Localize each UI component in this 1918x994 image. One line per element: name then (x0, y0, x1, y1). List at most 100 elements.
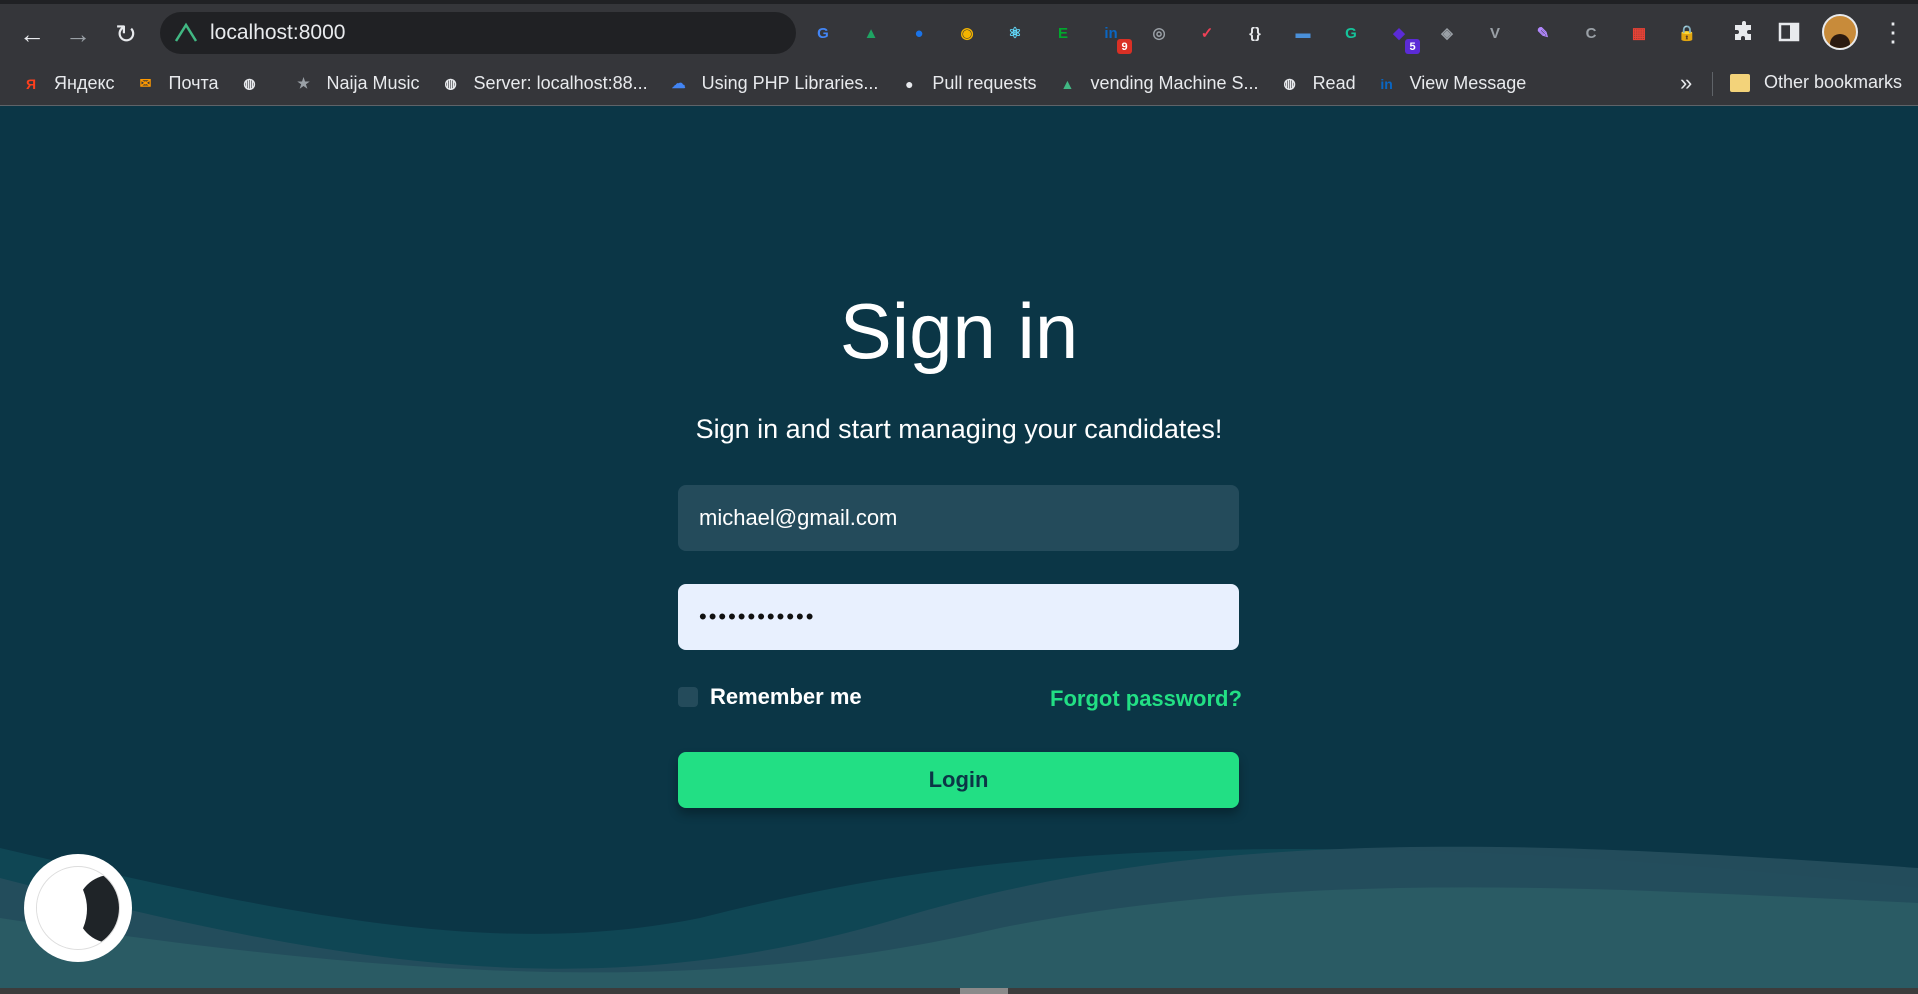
extension-glyph: ◉ (960, 25, 974, 42)
bookmark-item[interactable]: ◍ (239, 73, 273, 95)
extension-glyph: ✎ (1536, 25, 1550, 42)
color-grid-icon[interactable]: ▦ (1626, 20, 1652, 46)
checkbox-box[interactable] (678, 687, 698, 707)
theme-toggle-button[interactable] (24, 854, 132, 962)
feather-icon[interactable]: ✎ (1530, 20, 1556, 46)
naija-music-icon: ★ (297, 75, 310, 91)
json-viewer-icon[interactable]: {} (1242, 20, 1268, 46)
evernote-icon[interactable]: E (1050, 20, 1076, 46)
google-cloud-icon: ☁ (671, 75, 686, 91)
layers-icon[interactable]: ◈ (1434, 20, 1460, 46)
remember-me-label: Remember me (710, 684, 862, 709)
extension-glyph: ● (914, 24, 924, 42)
login-page: Sign in Sign in and start managing your … (0, 106, 1918, 988)
target-icon[interactable]: ◎ (1146, 20, 1172, 46)
globe-blue-icon[interactable]: ● (906, 20, 932, 46)
extension-badge: 9 (1117, 39, 1132, 54)
bookmark-item[interactable]: in View Message (1376, 73, 1526, 95)
bookmark-item[interactable]: ☁ Using PHP Libraries... (668, 73, 879, 95)
login-button[interactable]: Login (678, 752, 1239, 808)
linkedin-icon[interactable]: in 9 (1098, 20, 1132, 54)
url-input[interactable] (208, 20, 772, 46)
gem-icon[interactable]: ◆ 5 (1386, 20, 1420, 54)
pocket-icon[interactable]: ✓ (1194, 20, 1220, 46)
page-title: Sign in (839, 287, 1079, 375)
side-panel-icon[interactable] (1778, 21, 1800, 43)
grammarly-icon[interactable]: G (1338, 20, 1364, 46)
lock-icon[interactable]: 🔒 (1674, 20, 1700, 46)
bookmark-label: Naija Music (326, 73, 420, 93)
extension-glyph: ▬ (1295, 24, 1311, 42)
bookmark-item[interactable]: ▲ vending Machine S... (1056, 73, 1259, 95)
browser-menu-icon[interactable]: ⋮ (1880, 17, 1906, 48)
folder-icon (1730, 73, 1750, 92)
globe-icon: ◍ (444, 75, 457, 91)
bookmark-label: Server: localhost:88... (473, 73, 648, 93)
extension-glyph: ✓ (1200, 25, 1214, 42)
google-translate-icon[interactable]: G (810, 20, 836, 46)
globe-icon: ◍ (1283, 75, 1296, 91)
bookmark-label: vending Machine S... (1090, 73, 1259, 93)
forgot-password-link[interactable]: Forgot password? (1050, 686, 1242, 712)
globe-icon: ◍ (243, 75, 256, 91)
browser-toolbar: ← → ↻ G ▲ ● ◉ ⚛ Ein9 ◎ ✓ {} ▬ G ◆5 ◈ V ✎ C ▦ 🔒 ⋮ (0, 0, 1918, 62)
bookmark-item[interactable]: ✉ Почта (135, 73, 219, 95)
compass-icon[interactable]: ◉ (954, 20, 980, 46)
extension-glyph: ▲ (863, 24, 879, 42)
google-drive-icon[interactable]: ▲ (858, 20, 884, 46)
extension-glyph: ◆ (1393, 25, 1405, 42)
extension-glyph: in (1104, 24, 1118, 42)
bookmark-label: Pull requests (932, 73, 1037, 93)
extension-glyph: V (1489, 24, 1500, 42)
password-field[interactable] (678, 584, 1239, 650)
other-bookmarks-label: Other bookmarks (1764, 72, 1903, 92)
mail-icon: ✉ (139, 75, 152, 91)
react-devtools-icon[interactable]: ⚛ (1002, 20, 1028, 46)
browser-right-tools: ⋮ (1710, 14, 1906, 50)
other-bookmarks-folder[interactable]: Other bookmarks (1730, 72, 1902, 93)
bookmark-item[interactable]: ● Pull requests (898, 73, 1036, 95)
extension-glyph: ⚛ (1008, 25, 1022, 42)
linkedin-icon: in (1380, 75, 1393, 92)
extension-glyph: {} (1249, 24, 1261, 42)
bookmarks-divider (1712, 72, 1713, 96)
puzzle-icon[interactable] (1732, 20, 1756, 44)
vuetify-icon: ▲ (1060, 75, 1075, 92)
extension-badge: 5 (1405, 39, 1420, 54)
bookmark-list: Я Яндекс ✉ Почта ◍ ★ Naija Music ◍ Server: local… (0, 73, 1526, 95)
yandex-icon: Я (25, 75, 37, 92)
forward-button[interactable]: → (62, 18, 94, 50)
github-icon: ● (905, 75, 914, 92)
bookmark-item[interactable]: Я Яндекс (20, 73, 115, 95)
back-button[interactable]: ← (16, 18, 48, 50)
reload-button[interactable]: ↻ (110, 18, 142, 50)
profile-avatar[interactable] (1822, 14, 1858, 50)
vue-devtools-icon[interactable]: V (1482, 20, 1508, 46)
remember-me-checkbox[interactable]: Remember me (678, 684, 862, 710)
scrollbar-thumb[interactable] (960, 988, 1008, 994)
site-favicon-icon (174, 22, 198, 42)
bookmark-item[interactable]: ★ Naija Music (293, 73, 420, 95)
extension-glyph: G (817, 24, 829, 42)
bookmark-item[interactable]: ◍ Read (1279, 73, 1356, 95)
extension-glyph: ◈ (1441, 25, 1453, 42)
address-bar[interactable] (160, 12, 796, 54)
bookmark-label: Яндекс (54, 73, 115, 93)
background-waves (0, 846, 1918, 988)
page-subtitle: Sign in and start managing your candidat… (695, 414, 1223, 444)
extension-glyph: C (1585, 24, 1597, 42)
note-icon[interactable]: ▬ (1290, 20, 1316, 46)
bookmark-label: Using PHP Libraries... (701, 73, 879, 93)
extension-glyph: ◎ (1152, 25, 1166, 42)
more-bookmarks-button[interactable]: » (1680, 70, 1692, 96)
bookmark-item[interactable]: ◍ Server: localhost:88... (440, 73, 648, 95)
css-icon[interactable]: C (1578, 20, 1604, 46)
bookmark-label: Read (1312, 73, 1356, 93)
extensions-bar: G ▲ ● ◉ ⚛ Ein 9 ◎ ✓ {} ▬ G ◆ 5 ◈ V ✎ C ▦ 🔒 (810, 10, 1810, 56)
horizontal-scrollbar[interactable] (0, 988, 1918, 994)
bookmarks-bar: Я Яндекс ✉ Почта ◍ ★ Naija Music ◍ Server: local… (0, 62, 1918, 106)
bookmark-label: Почта (168, 73, 219, 93)
email-field[interactable] (678, 485, 1239, 551)
extension-glyph: ▦ (1631, 25, 1647, 42)
half-moon-icon (36, 866, 120, 950)
